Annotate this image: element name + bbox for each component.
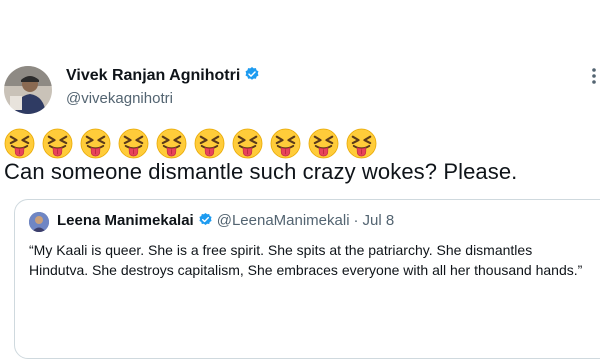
quoted-author-handle[interactable]: @LeenaManimekali xyxy=(217,212,350,229)
quoted-tweet-text: “My Kaali is queer. She is a free spirit… xyxy=(29,242,583,278)
quoted-verified-badge-icon xyxy=(199,212,212,225)
tweet-text: Can someone dismantle such crazy wokes? … xyxy=(4,159,518,184)
author-avatar[interactable] xyxy=(4,66,52,114)
tweet-card: Vivek Ranjan Agnihotri @vivekagnihotri C… xyxy=(0,0,600,359)
squinting-tongue-emoji-icon xyxy=(194,128,225,159)
author-name[interactable]: Vivek Ranjan Agnihotri xyxy=(66,66,260,85)
squinting-tongue-emoji-icon xyxy=(270,128,301,159)
squinting-tongue-emoji-icon xyxy=(346,128,377,159)
dot-separator: · xyxy=(353,212,359,229)
squinting-tongue-emoji-icon xyxy=(80,128,111,159)
verified-badge-icon xyxy=(245,67,259,80)
quoted-tweet-header: Leena Manimekalai @LeenaManimekali · Jul 8 xyxy=(57,212,394,229)
squinting-tongue-emoji-icon xyxy=(42,128,73,159)
squinting-tongue-emoji-icon xyxy=(308,128,339,159)
author-name-text[interactable]: Vivek Ranjan Agnihotri xyxy=(66,67,240,84)
squinting-tongue-emoji-icon xyxy=(118,128,149,159)
quoted-tweet[interactable]: Leena Manimekalai @LeenaManimekali · Jul 8 … xyxy=(14,199,600,359)
emoji-row xyxy=(4,128,377,160)
more-options-icon[interactable] xyxy=(590,66,598,86)
squinting-tongue-emoji-icon xyxy=(232,128,263,159)
author-handle[interactable]: @vivekagnihotri xyxy=(66,90,173,107)
quoted-author-avatar[interactable] xyxy=(29,212,49,232)
squinting-tongue-emoji-icon xyxy=(156,128,187,159)
quoted-author-name[interactable]: Leena Manimekalai xyxy=(57,212,194,229)
squinting-tongue-emoji-icon xyxy=(4,128,35,159)
quoted-tweet-date[interactable]: Jul 8 xyxy=(363,212,395,229)
